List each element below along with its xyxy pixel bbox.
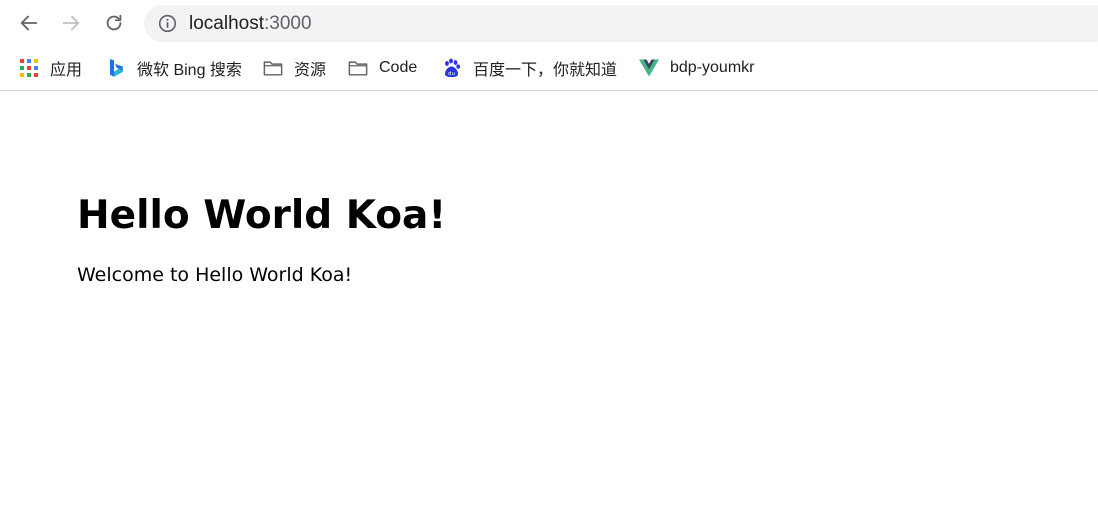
address-bar[interactable]: localhost:3000 [144,5,1098,42]
bookmark-bing[interactable]: 微软 Bing 搜索 [106,55,242,81]
apps-grid-icon [20,59,38,77]
browser-window: localhost:3000 应用 微软 Bing 搜索 资源 Code du … [0,0,1098,518]
info-circle-icon[interactable] [158,14,177,33]
bookmark-label: 应用 [50,62,83,79]
page-content: Hello World Koa! Welcome to Hello World … [0,92,1098,518]
folder-icon [348,61,368,76]
reload-button[interactable] [99,8,129,38]
bookmark-baidu[interactable]: du 百度一下，你就知道 [442,55,617,81]
bing-logo-icon [110,59,123,77]
back-button[interactable] [14,8,44,38]
forward-button[interactable] [56,8,86,38]
reload-icon [106,14,122,31]
bookmark-bdp-youmkr[interactable]: bdp-youmkr [639,55,754,81]
bookmark-label: bdp-youmkr [670,59,755,76]
bookmark-folder-resources[interactable]: 资源 [263,55,326,81]
address-url[interactable]: localhost:3000 [189,13,312,35]
browser-toolbar: localhost:3000 [0,0,1098,46]
bookmark-label: 微软 Bing 搜索 [137,62,242,79]
welcome-text: Welcome to Hello World Koa! [77,264,353,286]
bookmark-label: 百度一下，你就知道 [473,62,618,79]
bookmarks-bar: 应用 微软 Bing 搜索 资源 Code du 百度一下，你就知道 bdp-y… [0,46,1098,91]
bookmark-label: 资源 [294,62,327,79]
url-host: localhost [189,13,264,34]
bookmark-folder-code[interactable]: Code [348,55,417,81]
page-heading: Hello World Koa! [77,193,447,238]
arrow-right-icon [62,15,80,31]
vue-logo-icon [639,59,659,77]
folder-icon [263,61,283,76]
bookmark-apps[interactable]: 应用 [19,55,82,81]
svg-text:du: du [448,71,455,77]
baidu-paw-icon: du [445,58,460,77]
url-port: :3000 [264,13,312,34]
bookmark-label: Code [379,59,418,76]
arrow-left-icon [20,15,38,31]
